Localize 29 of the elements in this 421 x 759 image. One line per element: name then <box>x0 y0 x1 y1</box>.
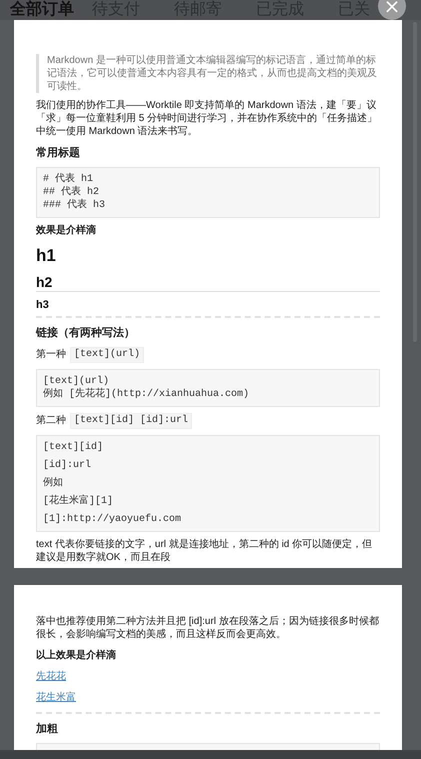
code-line: [1]:http://yaoyuefu.com <box>43 513 182 526</box>
section-heading: 加粗 <box>36 722 59 737</box>
paragraph-text: text 代表你要链接的文字，url 就是连接地址，第二种的 id 你可以随便定，但建议是用数字就OK，而且在段 <box>36 538 374 564</box>
code-line: [id]:url <box>43 459 92 472</box>
inline-code: [text][id] [id]:url <box>70 413 192 429</box>
section-heading: 常用标题 <box>36 146 81 161</box>
code-line: [text](url) <box>43 375 110 388</box>
inline-code: [text](url) <box>70 347 144 363</box>
link[interactable]: 先花花 <box>36 671 66 682</box>
paragraph-text: 我们使用的协作工具——Worktile 即支持简单的 Markdown 语法，建「要」议「求」每一位童鞋利用 5 分钟时间进行学习，并在协作系统中的「任务描述」中统一使用 Markdown 语法来书写。 <box>36 99 378 138</box>
method-label: 第一种 <box>36 348 66 362</box>
heading-sample: h2 <box>36 273 380 292</box>
code-line: [text][id] <box>43 441 104 454</box>
bold-label: 效果是介样滴 <box>36 224 97 237</box>
code-line: ### 代表 h3 <box>43 199 106 212</box>
link[interactable]: 花生米富 <box>36 692 76 703</box>
bold-label: 以上效果是介样滴 <box>36 649 117 662</box>
code-line: 例如 [先花花](http://xianhuahua.com) <box>43 388 250 401</box>
code-line: 例如 <box>43 477 64 490</box>
method-label: 第二种 <box>36 414 66 428</box>
heading-sample: h3 <box>36 298 50 312</box>
code-line: # 代表 h1 <box>43 173 94 186</box>
blockquote-text: Markdown 是一种可以使用普通文本编辑器编写的标记语言，通过简单的标记语法，它可以使普通文本内容具有一定的格式，从而也提高文档的美观及可读性。 <box>36 54 380 93</box>
heading-sample: h1 <box>36 245 57 267</box>
paragraph-text: 落中也推荐使用第二种方法并且把 [id]:url 放在段落之后；因为链接很多时候都很长，会影响编写文档的美感，而且这样反而会更高效。 <box>36 615 380 641</box>
order-tab[interactable]: 全部订单 <box>10 0 92 20</box>
section-heading: 链接（有两种写法） <box>36 326 136 341</box>
code-line: [花生米富][1] <box>43 495 114 508</box>
code-line: ## 代表 h2 <box>43 186 100 198</box>
